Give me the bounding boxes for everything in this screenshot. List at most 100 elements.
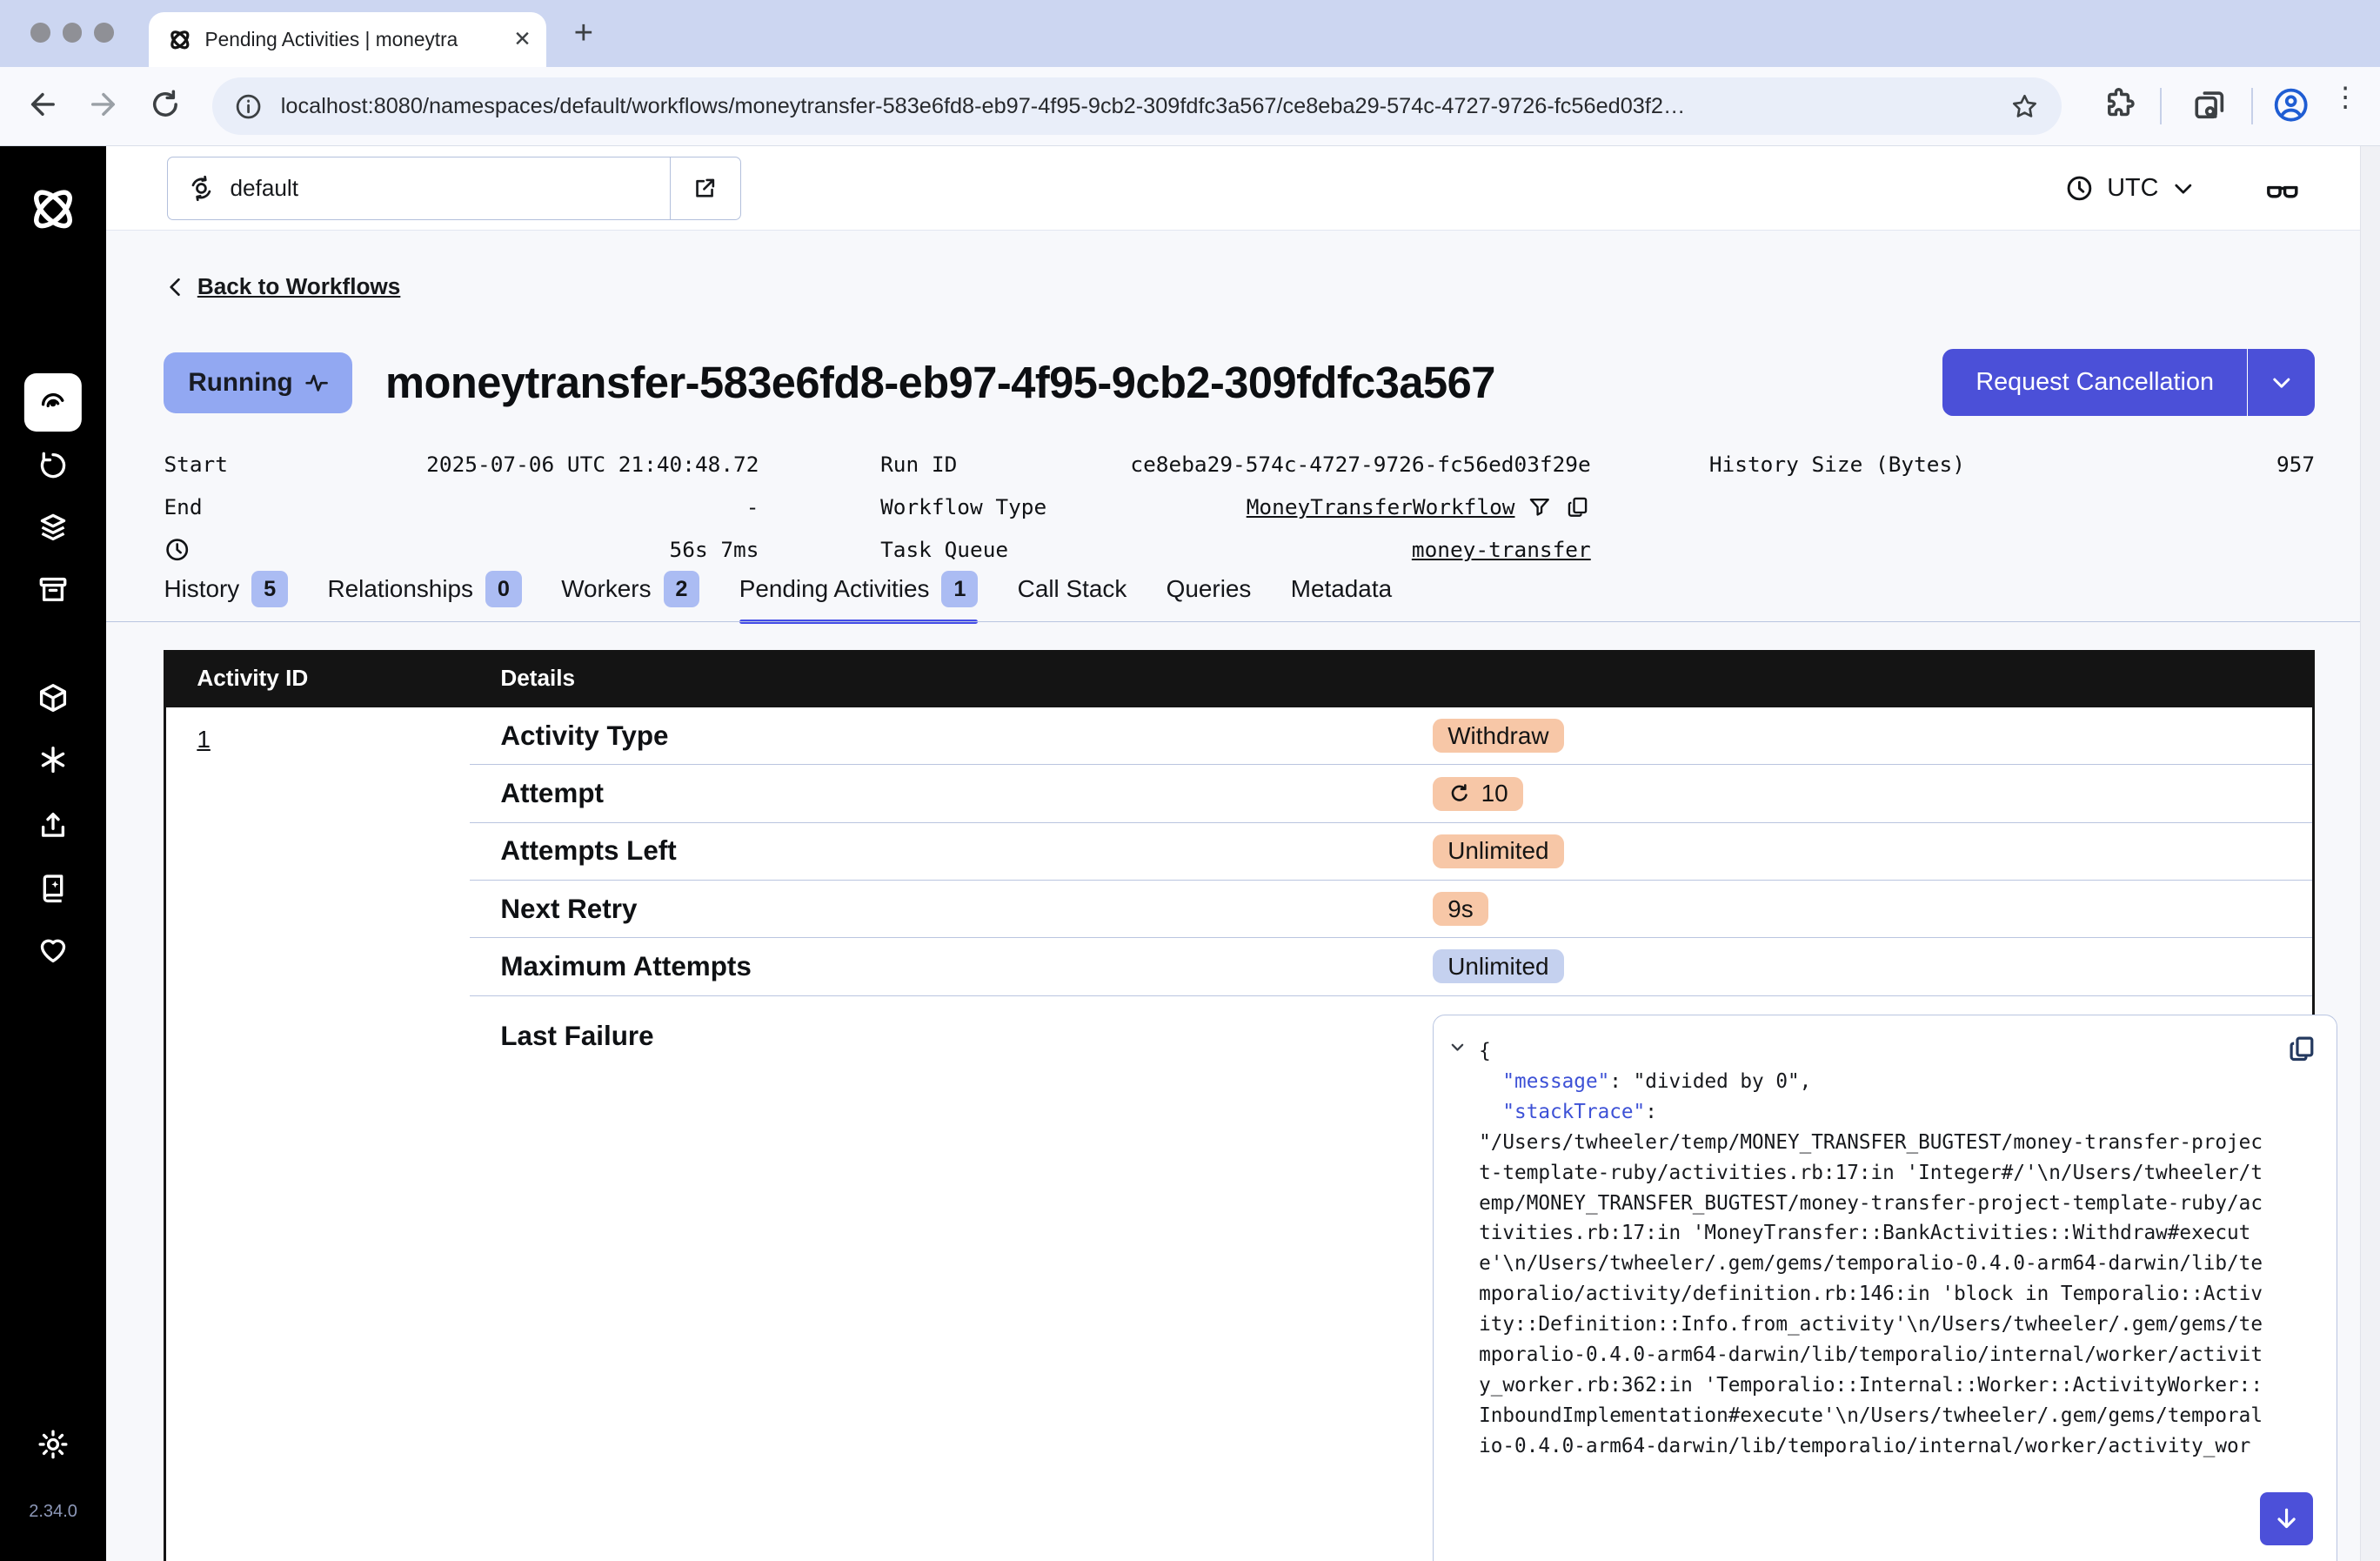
tab-search-icon[interactable] [2190, 85, 2229, 124]
tab-queries[interactable]: Queries [1167, 568, 1252, 623]
browser-scrollbar[interactable] [2360, 146, 2380, 1561]
row-label: Attempt [500, 778, 1432, 809]
browser-tab[interactable]: Pending Activities | moneytra ✕ [149, 12, 546, 67]
back-to-workflows[interactable]: Back to Workflows [164, 273, 400, 300]
collapse-chevron-icon[interactable] [1448, 1038, 1467, 1056]
workflow-type-label: Workflow Type [880, 494, 1046, 519]
request-cancellation-button[interactable]: Request Cancellation [1942, 349, 2248, 416]
window-zoom-button[interactable] [94, 23, 114, 43]
temporal-logo-icon[interactable] [26, 182, 81, 237]
tab-relationships[interactable]: Relationships 0 [327, 568, 521, 623]
back-link-label[interactable]: Back to Workflows [197, 273, 401, 300]
task-queue-label: Task Queue [880, 537, 1008, 562]
browser-tabstrip: Pending Activities | moneytra ✕ + [0, 0, 2380, 67]
tab-call-stack[interactable]: Call Stack [1018, 568, 1127, 623]
row-label: Attempts Left [500, 835, 1432, 867]
namespace-bar: default UTC [106, 146, 2380, 231]
sidebar: 2.34.0 [0, 146, 106, 1561]
filter-funnel-icon[interactable] [1527, 494, 1553, 520]
sidebar-item-import-events[interactable] [36, 807, 70, 842]
task-queue-link[interactable]: money-transfer [1412, 537, 1591, 562]
sidebar-item-nexus[interactable] [36, 742, 70, 777]
namespace-select[interactable]: default [167, 157, 741, 220]
namespace-current[interactable]: default [168, 157, 670, 219]
run-id-label: Run ID [880, 452, 957, 477]
last-failure-pre: { "message": "divided by 0", "stackTrace… [1479, 1036, 2263, 1462]
back-icon[interactable] [24, 86, 61, 123]
pulse-icon [305, 372, 328, 393]
labs-glasses-icon[interactable] [2263, 171, 2302, 210]
screen: Pending Activities | moneytra ✕ + localh… [0, 0, 2380, 1561]
tab-close-icon[interactable]: ✕ [513, 26, 531, 52]
toolbar-divider [2160, 88, 2162, 124]
browser-menu-icon[interactable]: ⋮ [2331, 82, 2358, 113]
table-body: 1 Activity Type Withdraw Attempt [166, 707, 2312, 1561]
url-bar[interactable]: localhost:8080/namespaces/default/workfl… [212, 77, 2061, 135]
request-cancellation-split-button: Request Cancellation [1942, 349, 2315, 416]
activity-type-badge: Withdraw [1433, 719, 1564, 753]
table-row: Activity Type Withdraw [470, 707, 2312, 765]
sidebar-item-workflows[interactable] [24, 373, 82, 431]
new-tab-button[interactable]: + [574, 15, 593, 51]
table-header: Activity ID Details [166, 650, 2312, 707]
namespace-open-button[interactable] [670, 157, 739, 219]
run-id-value: ce8eba29-574c-4727-9726-fc56ed03f29e [1130, 452, 1590, 477]
duration-clock-icon [164, 536, 191, 563]
row-label: Maximum Attempts [500, 951, 1432, 982]
extensions-icon[interactable] [2101, 85, 2137, 122]
tab-metadata[interactable]: Metadata [1291, 568, 1392, 623]
site-info-icon[interactable] [234, 92, 263, 121]
tabs-divider [106, 621, 2380, 623]
bookmark-star-icon[interactable] [2009, 91, 2040, 122]
tab-label: History [164, 575, 239, 603]
activity-id-link[interactable]: 1 [197, 726, 211, 754]
theme-toggle-sun-icon[interactable] [35, 1426, 71, 1463]
chevron-down-icon [2170, 176, 2196, 202]
browser-toolbar: localhost:8080/namespaces/default/workfl… [0, 67, 2380, 146]
sidebar-item-schedules[interactable] [36, 448, 70, 483]
tab-history[interactable]: History 5 [164, 568, 288, 623]
tab-pending-activities[interactable]: Pending Activities 1 [739, 568, 979, 623]
timezone-select[interactable]: UTC [2064, 146, 2196, 231]
start-value: 2025-07-06 UTC 21:40:48.72 [426, 452, 759, 477]
timezone-label: UTC [2107, 174, 2158, 203]
sidebar-item-docs[interactable] [36, 870, 70, 905]
sidebar-item-namespaces[interactable] [36, 680, 70, 715]
sidebar-item-batch-operations[interactable] [36, 573, 70, 607]
workflow-header: Running moneytransfer-583e6fd8-eb97-4f95… [164, 349, 2315, 416]
tab-label: Call Stack [1018, 575, 1127, 603]
cancellation-menu-button[interactable] [2248, 349, 2315, 416]
tab-count-badge: 1 [941, 571, 978, 607]
window-close-button[interactable] [30, 23, 50, 43]
copy-icon[interactable] [2286, 1033, 2318, 1065]
pending-activities-table: Activity ID Details 1 Activity Type With… [164, 650, 2315, 1561]
workflow-page: Back to Workflows Running moneytransfer-… [106, 231, 2380, 1561]
tab-label: Pending Activities [739, 575, 930, 603]
tab-label: Metadata [1291, 575, 1392, 603]
reload-icon[interactable] [147, 86, 184, 123]
scroll-to-bottom-button[interactable] [2260, 1492, 2313, 1545]
sidebar-item-feedback[interactable] [36, 932, 70, 967]
url-text[interactable]: localhost:8080/namespaces/default/workfl… [281, 94, 2010, 119]
history-size-label: History Size (Bytes) [1709, 452, 1965, 477]
forward-icon[interactable] [85, 86, 122, 123]
tab-workers[interactable]: Workers 2 [561, 568, 699, 623]
tab-label: Relationships [327, 575, 473, 603]
copy-icon[interactable] [1565, 494, 1591, 520]
workflow-type-link[interactable]: MoneyTransferWorkflow [1247, 494, 1515, 519]
attempt-badge: 10 [1433, 777, 1523, 811]
tab-title: Pending Activities | moneytra [205, 28, 505, 51]
row-label: Next Retry [500, 894, 1432, 925]
external-link-icon [692, 175, 719, 202]
row-label: Last Failure [500, 1021, 1432, 1052]
workflow-tabs: History 5 Relationships 0 Workers 2 Pend… [164, 568, 2380, 623]
tab-count-badge: 0 [485, 571, 522, 607]
sidebar-item-deployments[interactable] [36, 510, 70, 545]
arrow-down-icon [2272, 1504, 2301, 1533]
window-minimize-button[interactable] [63, 23, 83, 43]
last-failure-json[interactable]: { "message": "divided by 0", "stackTrace… [1433, 1015, 2337, 1561]
tab-label: Workers [561, 575, 651, 603]
workflow-title: moneytransfer-583e6fd8-eb97-4f95-9cb2-30… [385, 357, 1495, 408]
tab-label: Queries [1167, 575, 1252, 603]
profile-icon[interactable] [2271, 85, 2310, 124]
